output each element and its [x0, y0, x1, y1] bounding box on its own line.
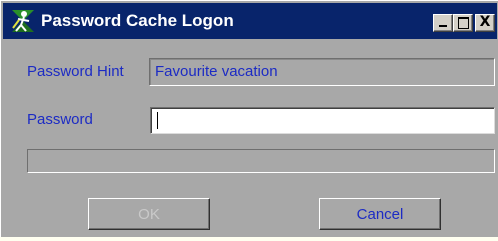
password-input[interactable] [150, 107, 495, 134]
text-caret [157, 112, 158, 129]
close-button[interactable]: X [475, 14, 495, 32]
password-label: Password [27, 111, 93, 128]
status-bar [27, 149, 495, 173]
password-hint-field: Favourite vacation [149, 58, 495, 86]
password-cache-logon-dialog: Password Cache Logon X Password Hint Fav… [0, 0, 498, 237]
ok-button[interactable]: OK [88, 198, 210, 230]
password-hint-label: Password Hint [27, 63, 124, 80]
cancel-button[interactable]: Cancel [319, 198, 441, 230]
minimize-icon [439, 25, 447, 27]
key-person-icon [10, 8, 36, 34]
maximize-icon [458, 17, 469, 29]
close-icon: X [479, 14, 491, 30]
minimize-button[interactable] [433, 14, 453, 32]
title-bar[interactable]: Password Cache Logon X [3, 3, 497, 39]
maximize-button[interactable] [453, 14, 473, 32]
window-title: Password Cache Logon [41, 11, 234, 30]
